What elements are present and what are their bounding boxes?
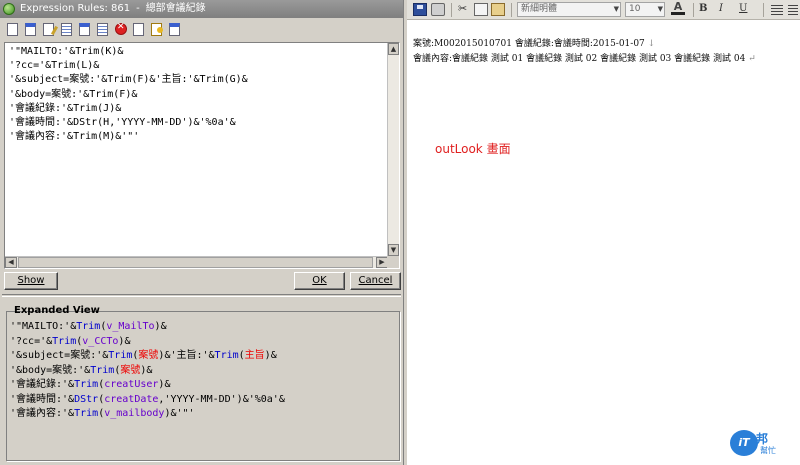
editor-line: '會議時間:'&DStr(H,'YYYY-MM-DD')&'%0a'&	[9, 117, 236, 129]
font-name-value: 新細明體	[521, 4, 558, 14]
font-name-select[interactable]: 新細明體 ▼	[517, 2, 621, 17]
horizontal-scrollbar[interactable]: ◀ ▶	[5, 256, 388, 268]
underline-button[interactable]: U	[739, 3, 753, 16]
function-name: Trim	[74, 408, 99, 419]
toolbar-separator	[511, 3, 512, 17]
expanded-line: '會議時間:'&DStr(creatDate,'YYYY-MM-DD')&'%0…	[10, 393, 285, 405]
save-icon[interactable]	[413, 3, 427, 16]
chevron-down-icon: ▼	[657, 5, 663, 13]
variable-name: v_mailbody	[104, 408, 165, 419]
editor-line: '?cc='&Trim(L)&	[9, 60, 100, 72]
function-name: Trim	[52, 335, 77, 347]
editor-line: '會議紀錄:'&Trim(J)&	[9, 102, 122, 114]
expression-text[interactable]: '"MAILTO:'&Trim(K)& '?cc='&Trim(L)& '&su…	[9, 45, 248, 144]
left-toolbar	[0, 18, 403, 42]
cancel-button[interactable]: Cancel	[350, 272, 401, 290]
window-title-name: 總部會議紀錄	[145, 3, 206, 14]
outlook-compose-window: ✂ 新細明體 ▼ 10 ▼ A B I U 案號:M002015010701 會議紀…	[407, 0, 800, 465]
font-size-value: 10	[629, 4, 641, 14]
window-title-prefix: Expression Rules: 861	[20, 3, 131, 14]
document-icon[interactable]	[130, 21, 146, 37]
grid-icon[interactable]	[94, 21, 110, 37]
mail-body-line: 案號:M002015010701 會議紀錄:會議時間:2015-01-07 ↓	[413, 39, 656, 49]
scroll-down-icon[interactable]: ▼	[388, 244, 399, 256]
toolbar-separator	[763, 3, 764, 17]
font-color-button[interactable]: A	[671, 1, 685, 15]
function-name: Trim	[108, 350, 133, 361]
function-name: DStr	[74, 393, 99, 405]
editor-line: '"MAILTO:'&Trim(K)&	[9, 46, 124, 57]
scroll-corner	[387, 256, 399, 268]
app-icon	[3, 3, 15, 15]
editor-line: '&body=案號:'&Trim(F)&	[9, 88, 138, 100]
variable-name: creatUser	[104, 379, 159, 390]
key-icon[interactable]	[148, 21, 164, 37]
function-name: Trim	[76, 321, 101, 332]
field-reference: 案號	[120, 364, 141, 376]
function-name: Trim	[74, 379, 99, 390]
bold-button[interactable]: B	[699, 3, 713, 16]
function-name: Trim	[214, 350, 239, 361]
copy-icon[interactable]	[474, 3, 488, 16]
cut-icon[interactable]: ✂	[458, 2, 472, 15]
scroll-thumb[interactable]	[18, 257, 373, 268]
italic-button[interactable]: I	[719, 3, 733, 16]
scroll-left-icon[interactable]: ◀	[5, 257, 17, 268]
mail-body[interactable]: 案號:M002015010701 會議紀錄:會議時間:2015-01-07 ↓ …	[413, 37, 756, 67]
title-bar: Expression Rules: 861- 總部會議紀錄	[0, 0, 403, 18]
editor-line: '&subject=案號:'&Trim(F)&'主旨:'&Trim(G)&	[9, 74, 248, 86]
list-icon[interactable]	[788, 5, 798, 15]
expanded-line: '?cc='&Trim(v_CCTo)&	[10, 335, 131, 347]
expanded-view: '"MAILTO:'&Trim(v_MailTo)& '?cc='&Trim(v…	[10, 320, 285, 422]
font-size-select[interactable]: 10 ▼	[625, 2, 665, 17]
formatting-toolbar: ✂ 新細明體 ▼ 10 ▼ A B I U	[407, 0, 800, 20]
show-button[interactable]: Show	[4, 272, 58, 290]
mail-body-line: 會議內容:會議紀錄 測試 01 會議紀錄 測試 02 會議紀錄 測試 03 會議…	[413, 54, 756, 64]
annotation-label: outLook 畫面	[435, 142, 511, 156]
pane-divider[interactable]	[2, 294, 401, 297]
field-reference: 主旨	[244, 350, 265, 361]
editor-line: '會議內容:'&Trim(M)&'"'	[9, 131, 140, 143]
function-name: Trim	[90, 364, 115, 376]
expression-editor[interactable]: '"MAILTO:'&Trim(K)& '?cc='&Trim(L)& '&su…	[4, 42, 400, 269]
scroll-up-icon[interactable]: ▲	[388, 43, 399, 55]
align-icon[interactable]	[771, 5, 783, 15]
expanded-line: '&body=案號:'&Trim(案號)&	[10, 364, 153, 376]
expanded-view-label: Expanded View	[14, 305, 100, 316]
line-break-mark: ↓	[647, 39, 656, 49]
window-title-separator: -	[136, 3, 140, 14]
toolbar-separator	[451, 3, 452, 17]
variable-name: v_CCTo	[82, 335, 119, 347]
expanded-line: '會議內容:'&Trim(v_mailbody)&'"'	[10, 408, 195, 419]
expanded-line: '&subject=案號:'&Trim(案號)&'主旨:'&Trim(主旨)&	[10, 350, 277, 361]
vertical-scrollbar[interactable]: ▲ ▼	[387, 43, 399, 256]
open-icon[interactable]	[22, 21, 38, 37]
expanded-line: '會議紀錄:'&Trim(creatUser)&	[10, 379, 171, 390]
print-icon[interactable]	[431, 3, 445, 16]
variable-name: creatDate	[104, 393, 159, 405]
logo-mark: iT	[730, 430, 758, 456]
logo-sub: 幫忙	[760, 446, 776, 455]
site-watermark-logo: iT 邦 幫忙	[730, 428, 794, 458]
expanded-line: '"MAILTO:'&Trim(v_MailTo)&	[10, 321, 167, 332]
properties-icon[interactable]	[166, 21, 182, 37]
stop-icon[interactable]	[112, 21, 128, 37]
chevron-down-icon: ▼	[613, 5, 619, 13]
paragraph-mark: ↵	[748, 54, 756, 64]
window-icon[interactable]	[76, 21, 92, 37]
edit-icon[interactable]	[40, 21, 56, 37]
paste-icon[interactable]	[491, 3, 505, 16]
ok-button[interactable]: OK	[294, 272, 345, 290]
table-icon[interactable]	[58, 21, 74, 37]
new-icon[interactable]	[4, 21, 20, 37]
expression-rules-window: Expression Rules: 861-總部會議紀錄 '"MAILTO:'&…	[0, 0, 403, 465]
variable-name: v_MailTo	[106, 321, 155, 332]
field-reference: 案號	[138, 350, 159, 361]
toolbar-separator	[693, 3, 694, 17]
